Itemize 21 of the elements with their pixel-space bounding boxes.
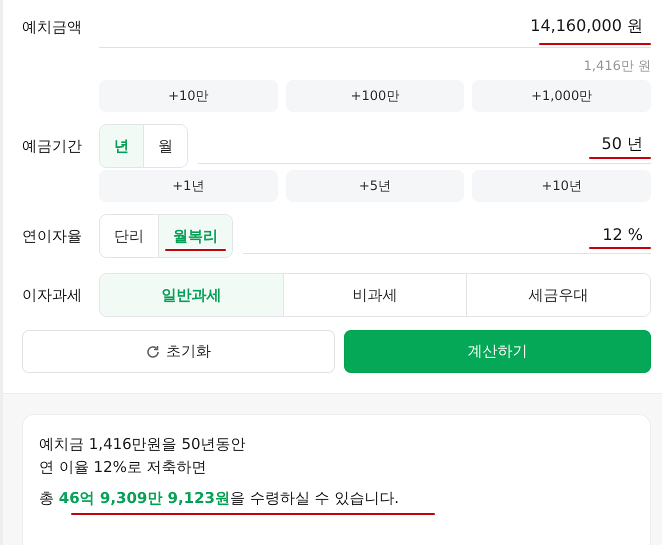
- period-field[interactable]: 50 년: [198, 125, 651, 164]
- unit-toggle[interactable]: 월: [143, 125, 187, 167]
- amount-field[interactable]: 14,160,000 원: [99, 6, 651, 48]
- result-text: 연 이율 12%로 저축하면: [39, 458, 208, 477]
- tax-option-tab[interactable]: 세금우대: [466, 274, 650, 316]
- quick-add-button[interactable]: +5년: [286, 170, 464, 202]
- quick-add-button[interactable]: +1,000만: [472, 80, 651, 112]
- quick-add-button[interactable]: +1년: [99, 170, 278, 202]
- quick-add-button[interactable]: +100만: [286, 80, 464, 112]
- field-label: 연이자율: [22, 226, 83, 246]
- rate-field[interactable]: 12 %: [243, 215, 651, 254]
- amount-hint: 1,416만 원: [584, 58, 651, 75]
- refresh-icon: [146, 344, 160, 358]
- field-label: 예금기간: [22, 136, 83, 156]
- result-text: 예치금 1,416만원을 50년동안: [39, 435, 247, 454]
- quick-add-button[interactable]: +10년: [472, 170, 651, 202]
- reset-button[interactable]: 초기화: [22, 330, 335, 373]
- quick-add-button[interactable]: +10만: [99, 80, 278, 112]
- field-label: 예치금액: [22, 18, 83, 36]
- field-label: 이자과세: [22, 286, 83, 304]
- result-summary: 총 46억 9,309만 9,123원을 수령하실 수 있습니다.: [39, 489, 400, 508]
